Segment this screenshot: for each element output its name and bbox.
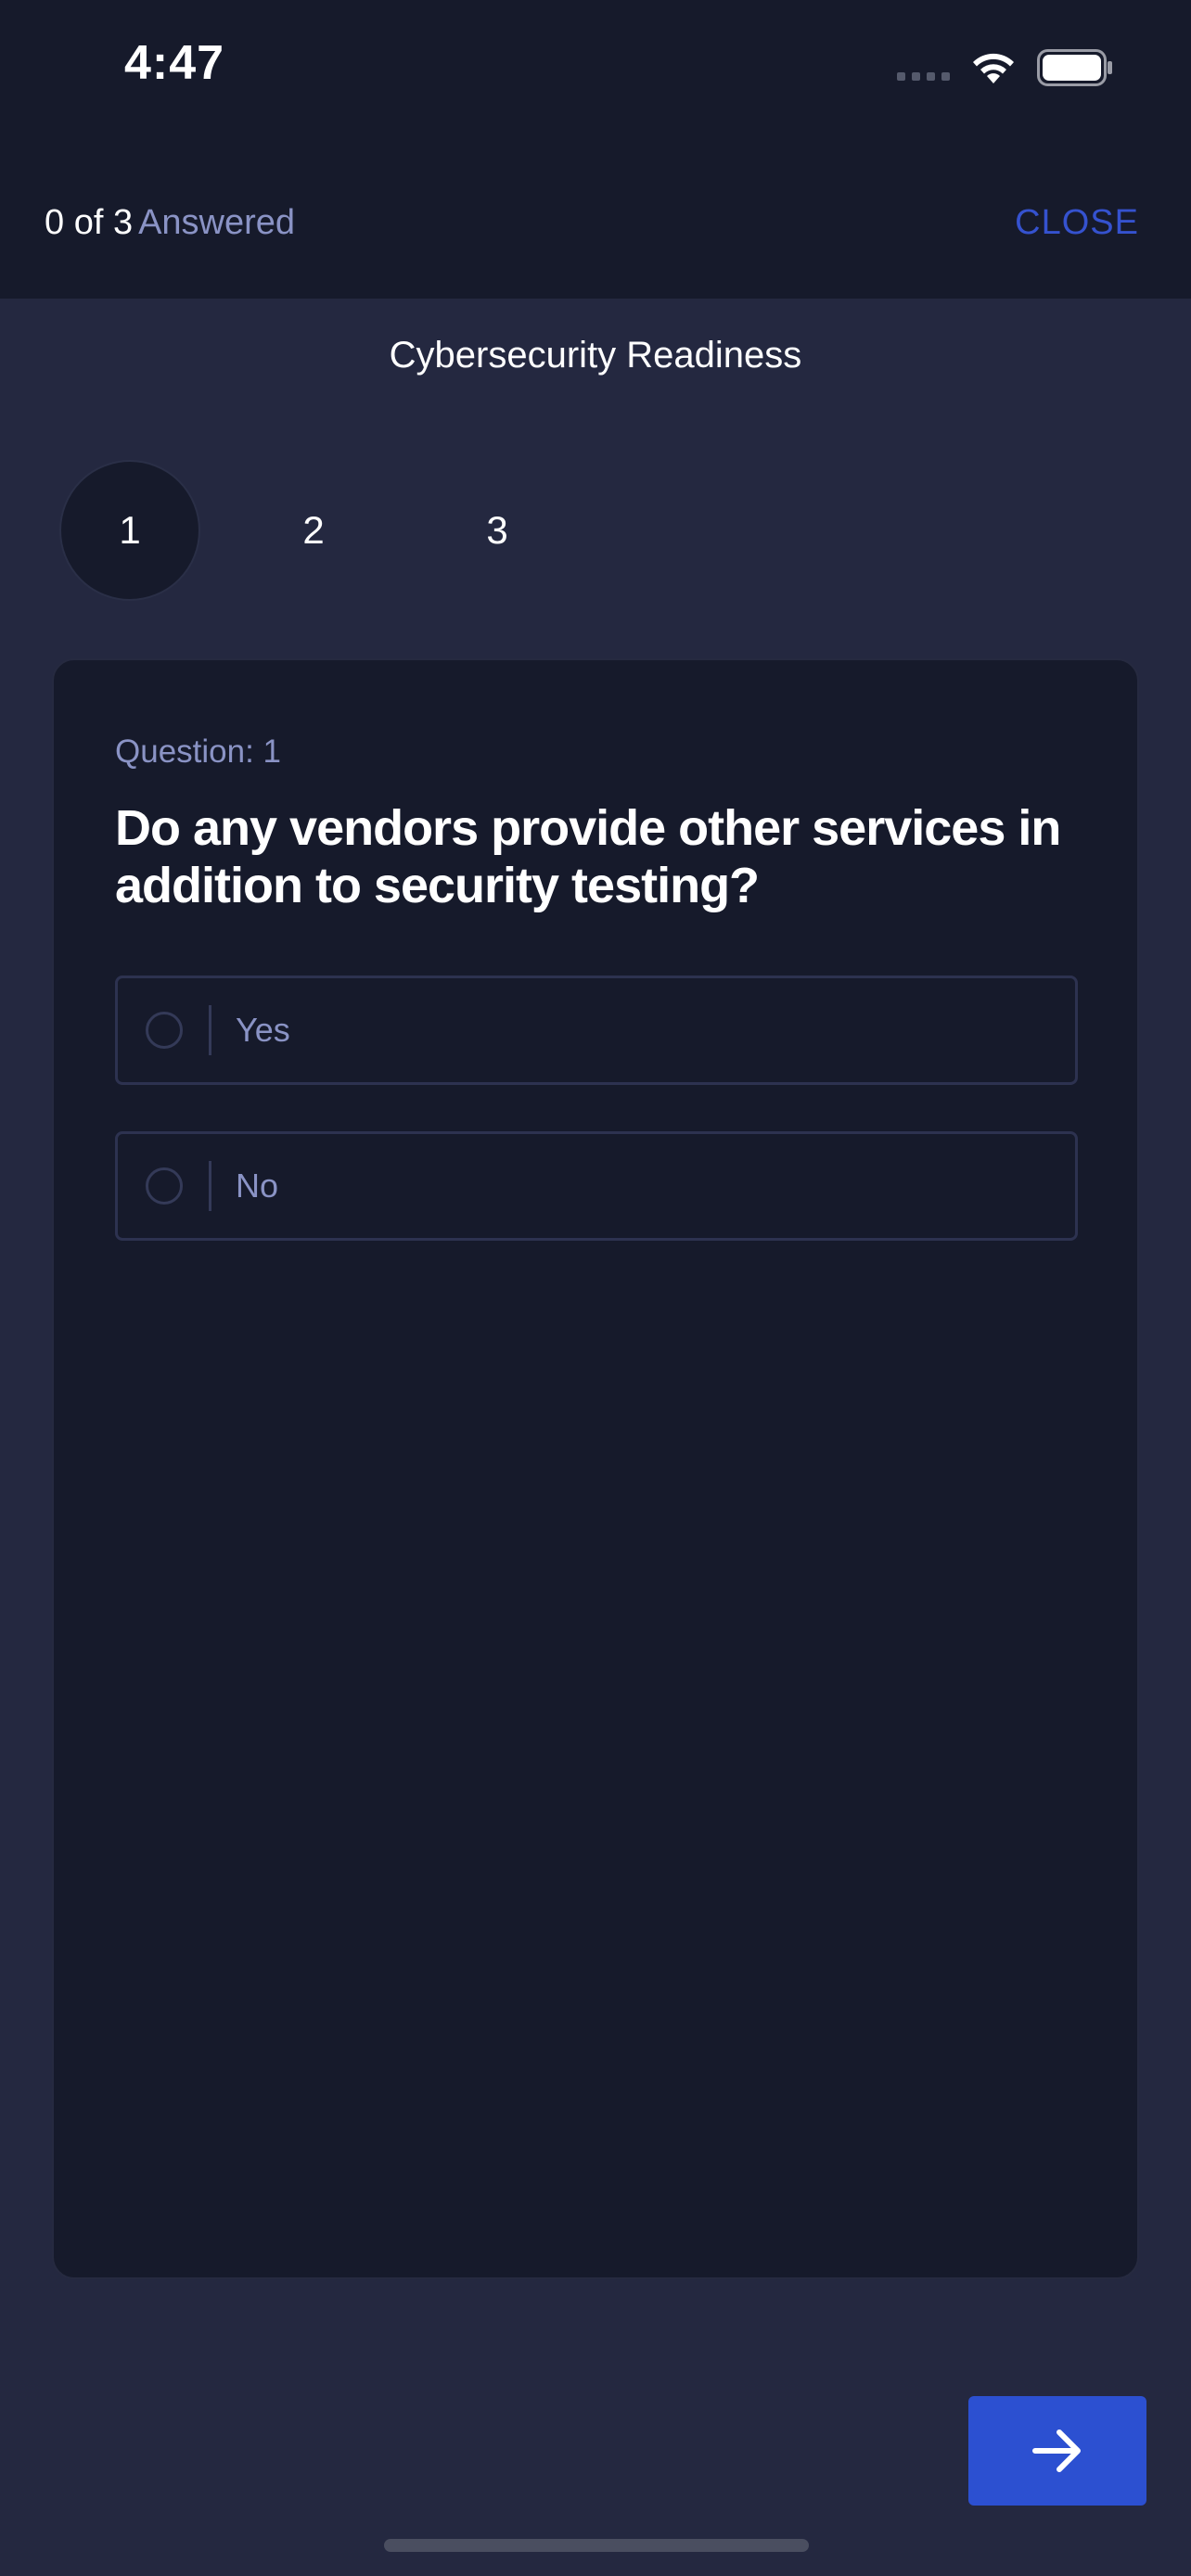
radio-icon[interactable]: [146, 1167, 183, 1205]
option-label: Yes: [236, 1011, 290, 1049]
option-divider: [209, 1161, 211, 1211]
question-card: Question: 1 Do any vendors provide other…: [52, 658, 1139, 2279]
arrow-right-icon: [1032, 2429, 1081, 2472]
step-2[interactable]: 2: [243, 460, 384, 601]
status-icons: [897, 46, 1113, 89]
answered-count: 0 of 3: [45, 203, 134, 242]
option-no[interactable]: No: [115, 1131, 1078, 1241]
status-time: 4:47: [124, 36, 225, 90]
option-label: No: [236, 1167, 279, 1205]
radio-icon[interactable]: [146, 1012, 183, 1049]
option-divider: [209, 1005, 211, 1055]
wifi-icon: [973, 53, 1014, 83]
top-bar: 4:47 0 of 3 Answered CLOSE: [0, 0, 1191, 299]
question-text: Do any vendors provide other services in…: [115, 800, 1061, 913]
home-indicator[interactable]: [384, 2539, 809, 2552]
question-stepper: 1 2 3: [59, 460, 568, 601]
option-yes[interactable]: Yes: [115, 976, 1078, 1085]
answered-label: Answered: [138, 203, 296, 242]
question-number: Question: 1: [115, 733, 281, 770]
answered-progress: 0 of 3 Answered: [45, 202, 295, 243]
battery-icon: [1037, 49, 1112, 86]
cellular-signal-icon: [897, 56, 950, 81]
survey-title: Cybersecurity Readiness: [389, 335, 802, 376]
next-button[interactable]: [968, 2396, 1146, 2506]
step-1[interactable]: 1: [59, 460, 200, 601]
step-3[interactable]: 3: [427, 460, 568, 601]
close-button[interactable]: CLOSE: [1015, 202, 1139, 243]
